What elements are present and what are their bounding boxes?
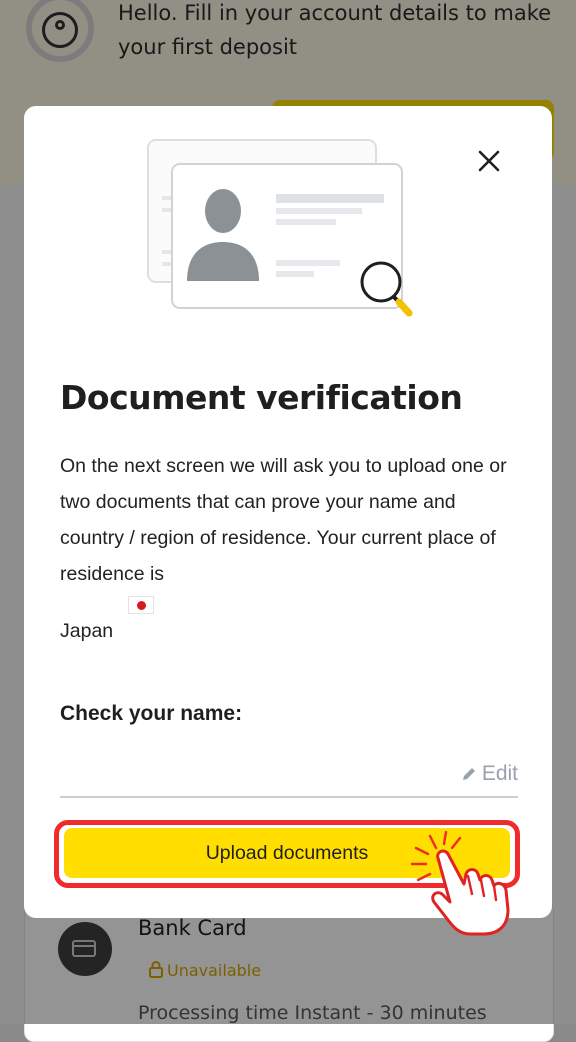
name-field[interactable]: Edit [60, 746, 518, 798]
id-card-illustration [147, 139, 413, 317]
document-verification-modal: Document verification On the next screen… [24, 106, 552, 918]
check-name-label: Check your name: [60, 702, 243, 725]
edit-name-link[interactable]: Edit [460, 762, 518, 786]
country-of-residence: Japan [60, 620, 114, 642]
japan-flag-icon [128, 596, 154, 614]
edit-label: Edit [481, 762, 518, 785]
pencil-icon [462, 768, 475, 780]
pointing-hand-icon [410, 830, 510, 936]
close-icon [478, 150, 500, 172]
modal-description: On the next screen we will ask you to up… [60, 455, 507, 585]
close-button[interactable] [470, 142, 508, 180]
modal-title: Document verification [60, 378, 463, 417]
